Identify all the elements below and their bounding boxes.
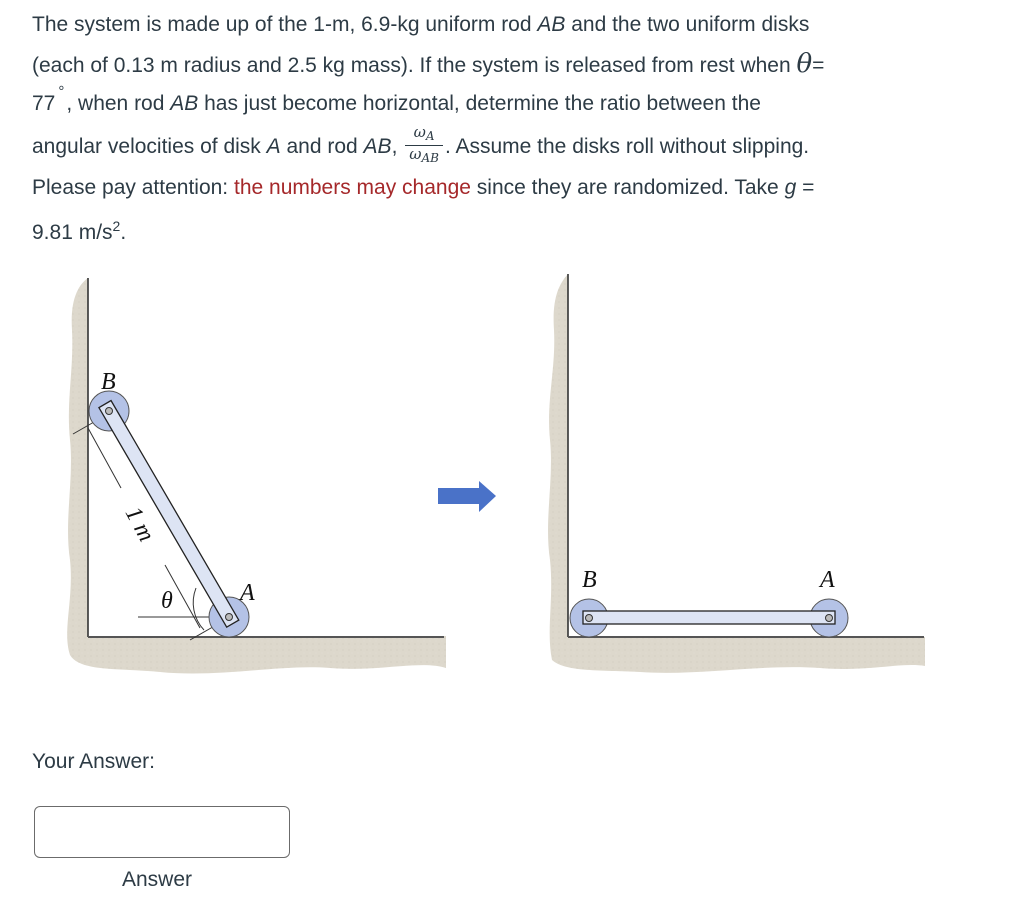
- question-line-3: 77°, when rod AB has just become horizon…: [32, 83, 761, 115]
- fraction-numerator: ωA: [405, 123, 443, 146]
- question-line-2: (each of 0.13 m radius and 2.5 kg mass).…: [32, 48, 825, 79]
- problem-figure: 1 m θ B A B A: [0, 250, 1025, 710]
- question-text: The system is made up of the 1-m, 6.9-kg…: [32, 6, 1012, 253]
- rod-name: AB: [537, 13, 566, 36]
- left-pin-A: [225, 613, 233, 621]
- omega-ratio-fraction: ωA ωAB: [405, 123, 443, 167]
- left-diagram: 1 m θ B A: [67, 278, 447, 674]
- answer-caption: Answer: [122, 868, 193, 891]
- length-label: 1 m: [120, 503, 160, 546]
- right-label-A: A: [818, 567, 835, 593]
- disk-name: A: [266, 134, 281, 158]
- right-rod-AB: [582, 610, 836, 625]
- question-line-4: angular velocities of disk A and rod AB,…: [32, 122, 810, 167]
- fraction-denominator: ωAB: [409, 144, 439, 165]
- left-ground-wall: [67, 278, 447, 674]
- angle-value: 77: [32, 92, 56, 115]
- right-pin-A: [825, 614, 833, 622]
- right-pin-B: [585, 614, 593, 622]
- answer-input[interactable]: [34, 806, 290, 858]
- right-diagram: B A: [548, 274, 925, 673]
- your-answer-label: Your Answer:: [32, 750, 155, 773]
- theta-symbol: θ: [796, 48, 813, 79]
- right-label-B: B: [582, 567, 597, 593]
- angle-arc: [192, 587, 205, 631]
- g-symbol: g: [784, 175, 797, 199]
- degree-symbol: °: [58, 83, 65, 100]
- left-label-A: A: [238, 580, 255, 606]
- question-line-1: The system is made up of the 1-m, 6.9-kg…: [32, 13, 810, 36]
- question-line-6: 9.81 m/s2.: [32, 218, 127, 244]
- left-label-B: B: [101, 369, 116, 395]
- angle-label: θ: [161, 588, 173, 614]
- left-pin-B: [105, 407, 113, 415]
- randomized-warning: the numbers may change: [233, 175, 471, 199]
- figure-svg: 1 m θ B A B A: [67, 274, 925, 674]
- question-line-5: Please pay attention: the numbers may ch…: [32, 175, 815, 199]
- transition-arrow: [438, 481, 496, 512]
